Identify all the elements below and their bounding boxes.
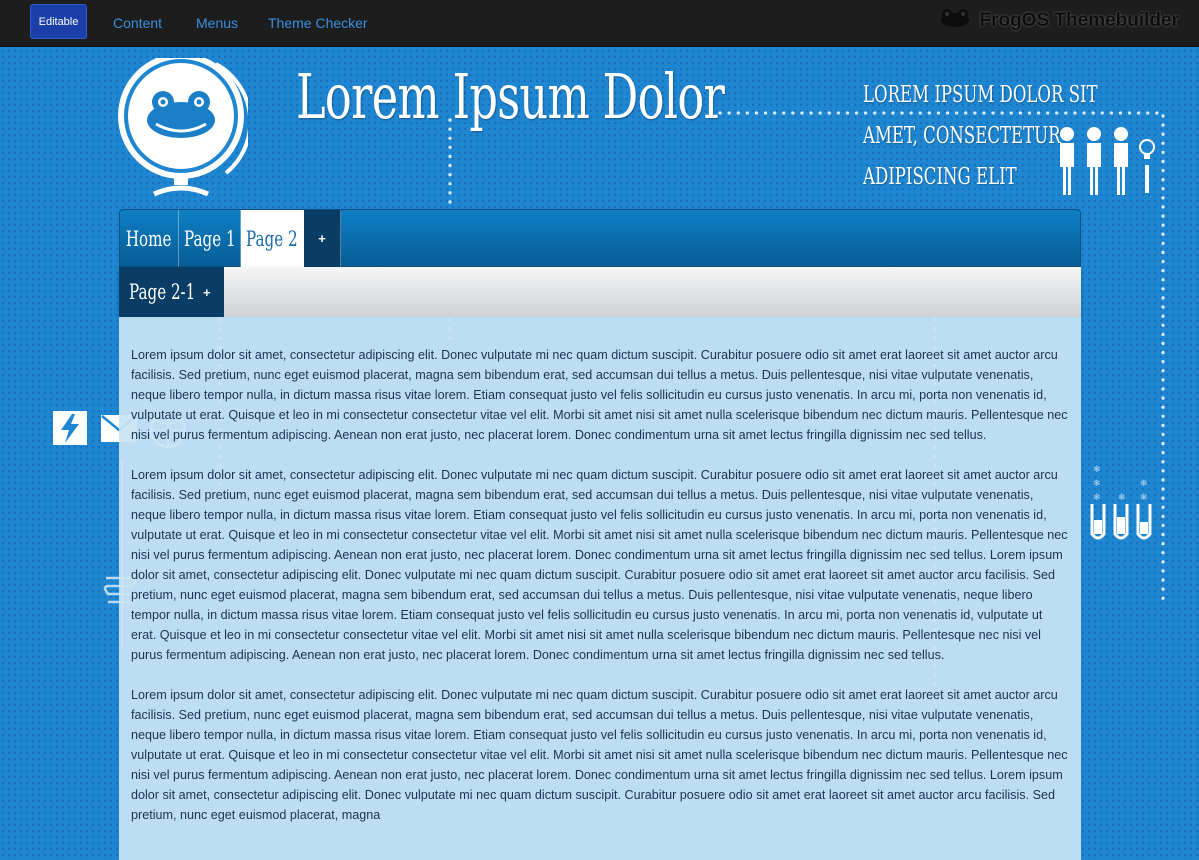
add-subpage-button[interactable]: + <box>203 285 211 300</box>
svg-text:❄: ❄ <box>1093 465 1101 475</box>
test-tubes-icon: ❄ ❄ ❄ ❄ ❄ ❄ <box>1090 465 1152 540</box>
tagline-line: adipiscing elit <box>863 164 1017 190</box>
content-panel: Lorem ipsum dolor sit amet, consectetur … <box>119 317 1081 860</box>
site-title: Lorem Ipsum Dolor <box>296 60 725 133</box>
add-page-button[interactable]: + <box>304 210 341 267</box>
nav-item-page-2[interactable]: Page 2 <box>241 210 304 267</box>
content-paragraph: Lorem ipsum dolor sit amet, consectetur … <box>131 468 1068 662</box>
site-tagline: Lorem ipsum dolor sit amet, consectetur … <box>863 75 1098 198</box>
svg-text:❄: ❄ <box>1140 493 1148 503</box>
svg-text:❄: ❄ <box>1118 493 1126 503</box>
svg-text:❄: ❄ <box>1093 479 1101 489</box>
nav-item-page-1[interactable]: Page 1 <box>179 210 241 267</box>
lightning-icon[interactable] <box>52 410 88 446</box>
subnav-item-page-2-1[interactable]: Page 2-1 + <box>119 267 224 317</box>
content-paragraph: Lorem ipsum dolor sit amet, consectetur … <box>131 348 1068 442</box>
tagline-line: amet, consectetur <box>863 123 1061 149</box>
lightbulb-icon <box>1139 139 1155 193</box>
nav-item-home[interactable]: Home <box>120 210 179 267</box>
main-nav: Home Page 1 Page 2 + <box>119 209 1081 267</box>
svg-text:❄: ❄ <box>1140 479 1148 489</box>
site-logo[interactable] <box>116 53 253 198</box>
frog-globe-icon <box>118 53 253 197</box>
sub-nav: Page 2-1 + <box>119 267 1081 317</box>
svg-text:❄: ❄ <box>1093 493 1101 503</box>
tagline-line: Lorem ipsum dolor sit <box>863 82 1098 108</box>
content-paragraph: Lorem ipsum dolor sit amet, consectetur … <box>131 688 1068 822</box>
